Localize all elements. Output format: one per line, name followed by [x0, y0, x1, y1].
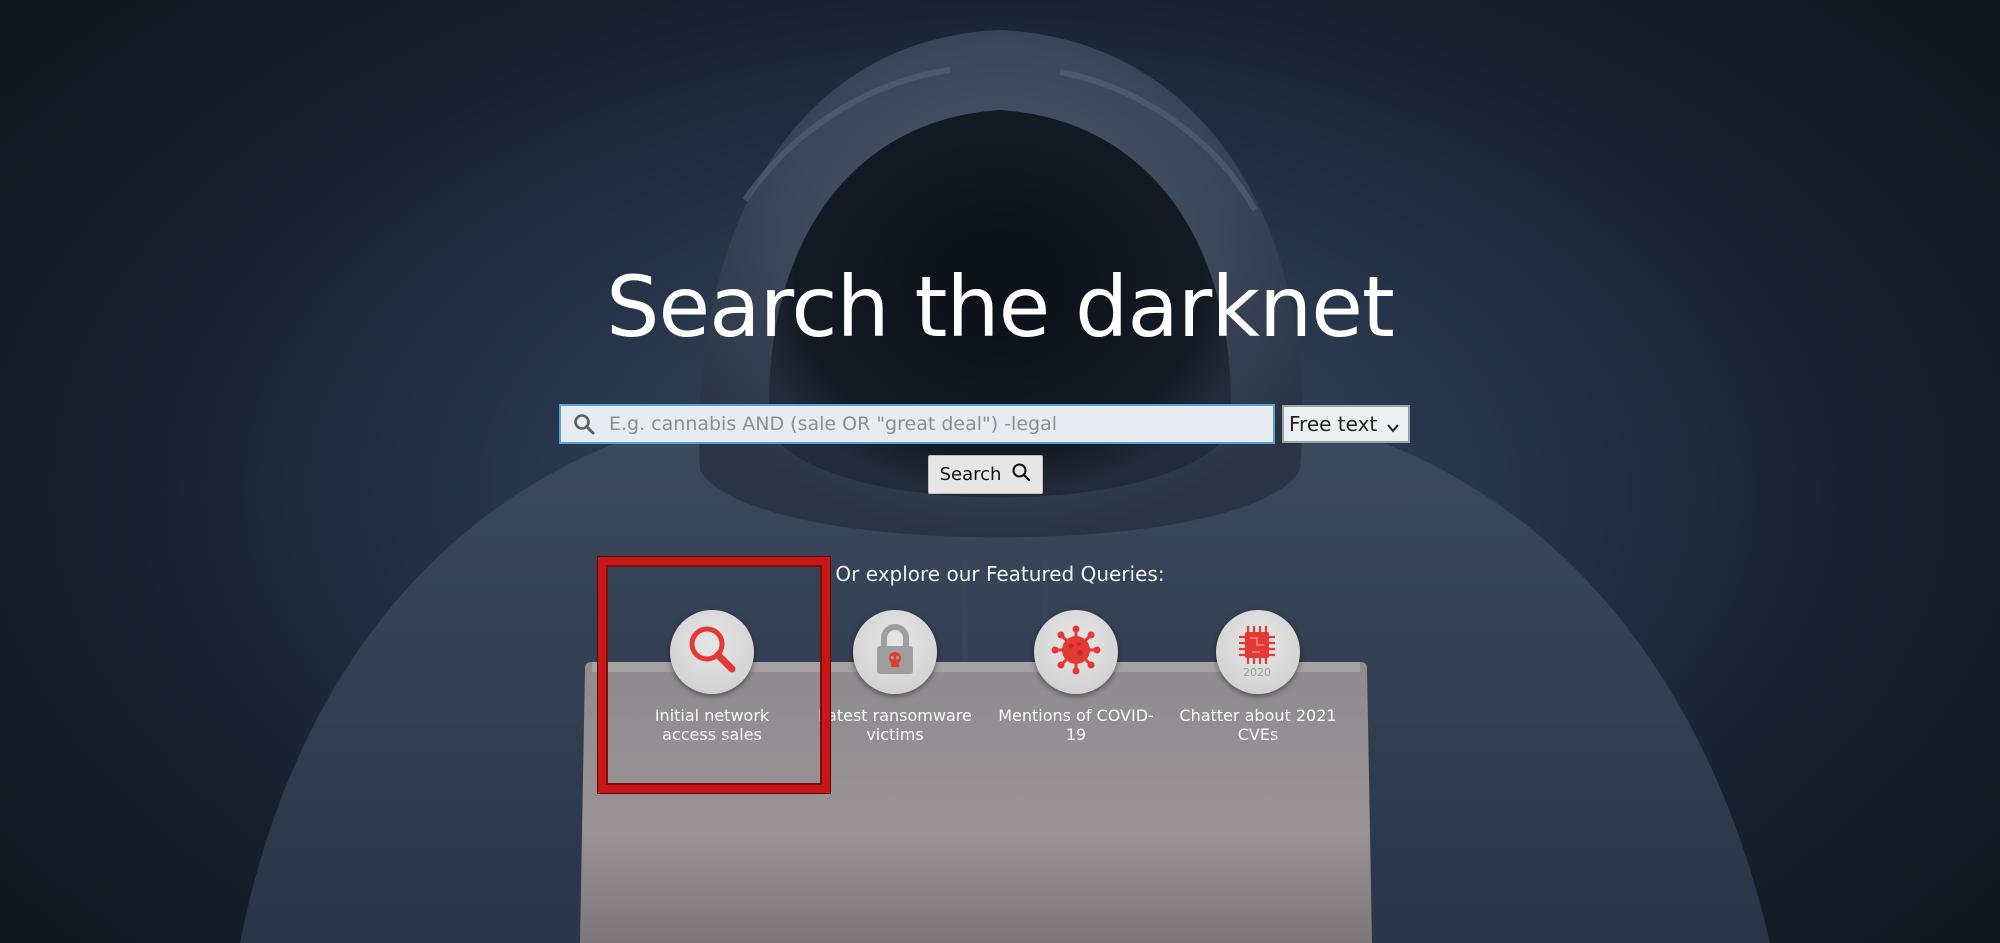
highlight-annotation-box	[598, 557, 830, 793]
featured-queries-heading: Or explore our Featured Queries:	[835, 562, 1165, 586]
chip-icon-year: 2020	[1243, 666, 1271, 679]
virus-icon	[1048, 622, 1104, 682]
featured-query-label: Mentions of COVID-19	[998, 706, 1154, 744]
featured-query-ransomware-victims[interactable]: Latest ransomware victims	[810, 610, 980, 744]
featured-query-circle	[853, 610, 937, 694]
featured-query-label: Latest ransomware victims	[818, 706, 972, 744]
featured-query-circle	[1034, 610, 1118, 694]
search-type-selected: Free text	[1289, 412, 1378, 436]
padlock-skull-icon	[869, 622, 921, 682]
featured-query-2021-cves[interactable]: 2020 Chatter about 2021 CVEs	[1173, 610, 1343, 744]
search-button-label: Search	[939, 464, 1002, 485]
search-field[interactable]	[559, 404, 1275, 444]
featured-query-circle: 2020	[1216, 610, 1300, 694]
featured-query-covid-19[interactable]: Mentions of COVID-19	[991, 610, 1161, 744]
search-type-select[interactable]: Free text	[1282, 405, 1410, 443]
search-button[interactable]: Search	[928, 455, 1043, 494]
chip-icon: 2020	[1230, 620, 1286, 684]
search-icon	[1011, 462, 1031, 487]
page-title: Search the darknet	[606, 258, 1395, 356]
search-icon	[561, 406, 607, 442]
chevron-down-icon	[1386, 416, 1400, 440]
search-input[interactable]	[607, 407, 1273, 441]
featured-query-label: Chatter about 2021 CVEs	[1179, 706, 1337, 744]
